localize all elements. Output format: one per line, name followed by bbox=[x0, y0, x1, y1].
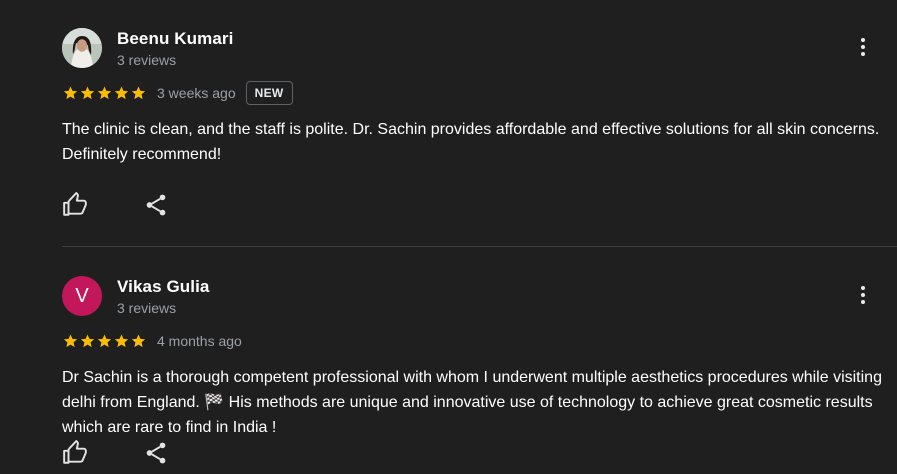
reviewer-avatar[interactable] bbox=[62, 28, 102, 68]
review-text: Dr Sachin is a thorough competent profes… bbox=[62, 369, 882, 436]
star-icon bbox=[131, 86, 146, 100]
star-icon bbox=[63, 86, 78, 100]
star-icon bbox=[63, 334, 78, 348]
star-icon bbox=[114, 86, 129, 100]
review-time: 3 weeks ago bbox=[157, 85, 236, 101]
thumb-up-icon[interactable] bbox=[62, 192, 88, 218]
reviewer-avatar[interactable]: V bbox=[62, 276, 102, 316]
avatar-letter: V bbox=[75, 285, 89, 307]
rating-row: 4 months ago bbox=[62, 330, 242, 352]
review-text: The clinic is clean, and the staff is po… bbox=[62, 121, 880, 163]
thumb-up-icon[interactable] bbox=[62, 440, 88, 466]
more-options-button[interactable] bbox=[855, 38, 871, 62]
review-actions bbox=[62, 192, 169, 218]
star-icon bbox=[80, 86, 95, 100]
review-actions bbox=[62, 440, 169, 466]
star-icon bbox=[97, 86, 112, 100]
star-rating bbox=[62, 85, 147, 101]
star-icon bbox=[114, 334, 129, 348]
reviewer-review-count[interactable]: 3 reviews bbox=[117, 300, 176, 316]
share-icon[interactable] bbox=[143, 192, 169, 218]
star-rating bbox=[62, 333, 147, 349]
star-icon bbox=[97, 334, 112, 348]
reviewer-name[interactable]: Vikas Gulia bbox=[117, 277, 209, 297]
reviewer-name[interactable]: Beenu Kumari bbox=[117, 29, 233, 49]
more-options-button[interactable] bbox=[855, 286, 871, 310]
star-icon bbox=[80, 334, 95, 348]
more-vert-icon bbox=[861, 286, 865, 290]
reviewer-review-count[interactable]: 3 reviews bbox=[117, 52, 176, 68]
avatar-photo-icon bbox=[62, 28, 102, 68]
star-icon bbox=[131, 334, 146, 348]
new-badge: NEW bbox=[245, 81, 293, 105]
rating-row: 3 weeks ago NEW bbox=[62, 81, 293, 105]
review-time: 4 months ago bbox=[157, 333, 242, 349]
more-vert-icon bbox=[861, 38, 865, 42]
share-icon[interactable] bbox=[143, 440, 169, 466]
review-divider bbox=[62, 246, 897, 247]
